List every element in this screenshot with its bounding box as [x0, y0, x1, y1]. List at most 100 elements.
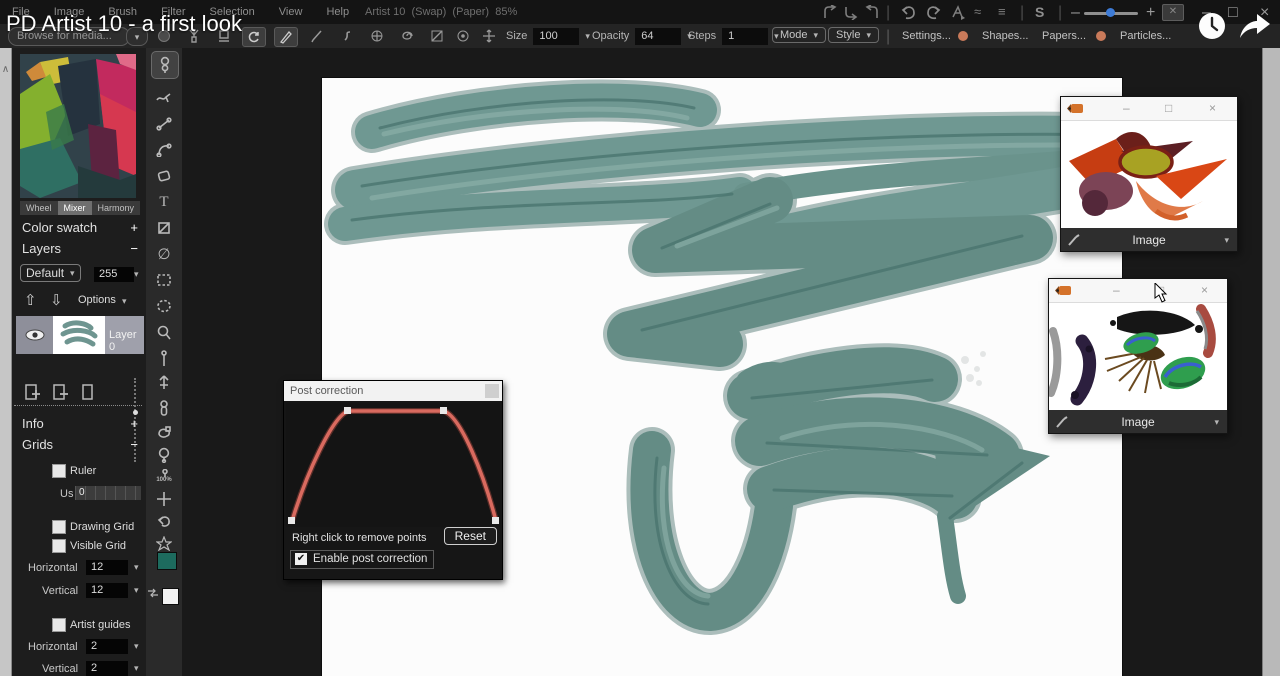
zoom-out-button[interactable]: – [1071, 4, 1080, 22]
panel-scroll-thumb[interactable] [133, 410, 138, 415]
panel1-maximize-button[interactable]: □ [1165, 101, 1172, 115]
pen-icon[interactable] [306, 27, 328, 45]
panel1-minimize-button[interactable]: – [1123, 101, 1130, 115]
layer-opacity-value[interactable]: 255 [94, 267, 134, 282]
menu-help[interactable]: Help [314, 6, 361, 18]
steps-value[interactable]: 1 [722, 28, 768, 45]
collapse-caret[interactable]: ∧ [2, 64, 9, 75]
settings-button[interactable]: Settings... [902, 30, 951, 42]
tab-mixer[interactable]: Mixer [58, 201, 92, 215]
dot-circle-icon[interactable] [452, 27, 474, 45]
visible-grid-checkbox[interactable] [52, 539, 66, 553]
rotate-canvas-reset-icon[interactable] [843, 5, 859, 20]
rect-select-tool[interactable] [151, 268, 177, 292]
guides-vertical-caret[interactable]: ▾ [134, 663, 139, 674]
menu-view[interactable]: View [267, 6, 315, 18]
video-title-overlay[interactable]: PD Artist 10 - a first look [6, 11, 242, 37]
layer-options-button[interactable]: Options [78, 294, 116, 306]
pick-transform-icon[interactable] [950, 5, 967, 20]
panel1-title-bar[interactable]: – □ × [1061, 97, 1237, 121]
mode-button[interactable]: Mode▾ [772, 27, 826, 43]
panel1-caret[interactable]: ▾ [1224, 235, 1229, 246]
drawing-grid-checkbox[interactable] [52, 520, 66, 534]
artist-guides-checkbox[interactable] [52, 618, 66, 632]
zoom-slider-thumb[interactable] [1106, 8, 1115, 17]
panel1-image-preview[interactable] [1061, 121, 1235, 227]
dialog-title-bar[interactable]: Post correction [284, 381, 502, 401]
panel2-minimize-button[interactable]: – [1113, 283, 1120, 297]
watch-later-icon[interactable] [1198, 12, 1226, 40]
panel2-footer[interactable]: Image ▾ [1049, 410, 1227, 433]
freehand-pen-tool[interactable] [151, 86, 177, 110]
canvas-page[interactable] [322, 78, 1122, 676]
layers-collapse-button[interactable]: − [130, 241, 138, 256]
zoom-tool[interactable] [151, 320, 177, 344]
eyedropper-icon[interactable] [1055, 415, 1069, 429]
guides-vertical-value[interactable]: 2 [86, 661, 128, 676]
reference-panel-1[interactable]: – □ × Image ▾ [1060, 96, 1238, 252]
foreground-color-swatch[interactable] [157, 552, 177, 570]
wave-filter-icon[interactable]: ≈ [974, 4, 981, 19]
guides-horizontal-caret[interactable]: ▾ [134, 641, 139, 652]
grid-horizontal-value[interactable]: 12 [86, 560, 128, 575]
grids-collapse-button[interactable]: − [130, 437, 138, 452]
color-swatch-expand-button[interactable]: + [130, 220, 138, 235]
reset-button[interactable]: Reset [444, 527, 497, 545]
zoom-100-tool[interactable]: 100% [151, 464, 177, 488]
dialog-close-button[interactable] [485, 384, 499, 398]
pencil-slant-icon[interactable] [274, 27, 298, 47]
shapes-button[interactable]: Shapes... [982, 30, 1028, 42]
steps-caret[interactable]: ▾ [774, 31, 779, 42]
swirl-icon[interactable] [396, 27, 418, 45]
grid-vertical-value[interactable]: 12 [86, 583, 128, 598]
refresh-brush-icon[interactable] [242, 27, 266, 47]
new-layer-button[interactable] [80, 382, 98, 407]
undo-icon[interactable] [900, 5, 917, 20]
layer-thumbnail[interactable] [53, 316, 105, 354]
grid-horizontal-caret[interactable]: ▾ [134, 562, 139, 573]
layer-visibility-toggle[interactable] [16, 316, 53, 354]
line-tool[interactable] [151, 112, 177, 136]
color-mixer-pad[interactable] [20, 54, 136, 198]
swap-colors-icon[interactable] [147, 588, 159, 598]
smudge-hand-tool[interactable] [151, 420, 177, 444]
layer-preset-dropdown[interactable]: Default▾ [20, 264, 81, 282]
particles-button[interactable]: Particles... [1120, 30, 1171, 42]
pan-cross-tool[interactable] [151, 487, 177, 511]
info-expand-button[interactable]: + [130, 416, 138, 431]
enable-post-correction-row[interactable]: ✔ Enable post correction [290, 550, 434, 569]
sidebar-collapse-strip[interactable]: ∧ [0, 48, 12, 676]
background-color-swatch[interactable] [162, 588, 179, 605]
reference-panel-2[interactable]: – □ × Image ▾ [1048, 278, 1228, 434]
panel1-close-button[interactable]: × [1209, 101, 1216, 115]
crop-slash-tool[interactable] [151, 216, 177, 240]
tab-wheel[interactable]: Wheel [20, 201, 58, 215]
eraser-pad-tool[interactable] [151, 164, 177, 188]
opacity-value[interactable]: 64 [635, 28, 681, 45]
size-caret[interactable]: ▾ [585, 31, 590, 42]
text-tool[interactable]: T [151, 190, 177, 214]
correction-curve-editor[interactable] [286, 403, 500, 527]
styles-icon[interactable]: S [1035, 4, 1044, 20]
panel2-title-bar[interactable]: – □ × [1049, 279, 1227, 303]
ellipse-select-tool[interactable] [151, 294, 177, 318]
tab-harmony[interactable]: Harmony [92, 201, 141, 215]
curve-tool[interactable] [151, 138, 177, 162]
panel2-image-preview[interactable] [1049, 303, 1225, 409]
rotate-canvas-left-icon[interactable] [822, 5, 838, 20]
right-scroll-strip[interactable] [1262, 48, 1280, 676]
layer-down-button[interactable]: ⇩ [50, 291, 63, 309]
layer-opacity-caret[interactable]: ▾ [134, 269, 139, 280]
pointer-disabled-icon[interactable]: ✕ [1162, 4, 1184, 21]
panel2-caret[interactable]: ▾ [1214, 417, 1219, 428]
zoom-in-button[interactable]: + [1146, 4, 1155, 22]
move-cursor-tool[interactable] [151, 371, 177, 395]
enable-checkbox[interactable]: ✔ [295, 553, 307, 565]
units-field[interactable]: 0 [75, 486, 141, 500]
slash-box-icon[interactable] [426, 27, 448, 45]
s-curve-icon[interactable] [336, 27, 358, 45]
roller-pin-tool[interactable] [151, 396, 177, 420]
guides-horizontal-value[interactable]: 2 [86, 639, 128, 654]
stroke-bead-tool[interactable] [151, 51, 179, 79]
remove-layer-button[interactable] [50, 382, 72, 407]
